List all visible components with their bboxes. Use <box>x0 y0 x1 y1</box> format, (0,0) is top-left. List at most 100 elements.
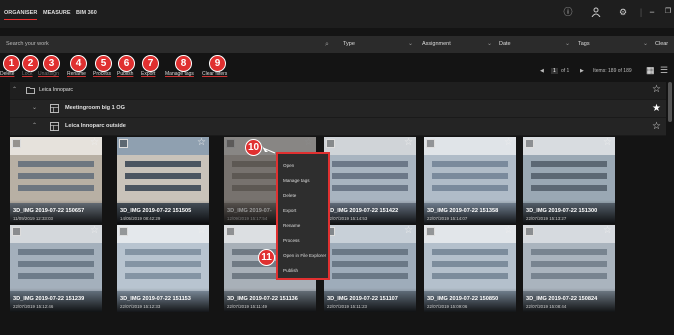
menu-item-export[interactable]: Export <box>283 208 296 213</box>
next-page-icon[interactable]: ▶ <box>580 68 584 74</box>
unassign-button[interactable]: Unassign <box>38 71 59 77</box>
grid-view-icon[interactable]: ▦ <box>646 65 655 76</box>
top-bar: ORGANISER MEASURE BIM 360 ⓘ ⚙ | − ❐ <box>0 0 674 28</box>
chevron-down-icon[interactable]: ⌄ <box>32 100 37 117</box>
image-card[interactable]: ☆ 3D_IMG 2019-07-22 151358 22/07/2019 15:1… <box>424 137 516 224</box>
image-type-icon <box>525 139 534 148</box>
callout-10: 10 <box>245 139 262 156</box>
clear-filter-button[interactable]: Clear <box>655 36 668 53</box>
tree-row-group1[interactable]: ⌄ Meetingroom big 1 OG ★ <box>10 100 666 118</box>
collection-icon <box>50 118 59 135</box>
menu-item-process[interactable]: Process <box>283 238 300 243</box>
image-card[interactable]: ☆ 3D_IMG 2019-07-22 151300 22/07/2019 15:1… <box>523 137 615 224</box>
manage-tags-button[interactable]: Manage tags <box>165 71 194 77</box>
image-type-icon <box>326 139 335 148</box>
image-card[interactable]: ☆ 3D_IMG 2019-07-22 150824 22/07/2019 15:0… <box>523 225 615 312</box>
image-type-icon <box>12 139 21 148</box>
image-type-icon <box>119 227 128 236</box>
tree-row-group2[interactable]: ⌃ Leica Innoparc outside ☆ <box>10 118 666 136</box>
chevron-down-icon[interactable]: ⌄ <box>408 36 413 53</box>
tab-bim360[interactable]: BIM 360 <box>76 10 97 16</box>
star-outline-icon[interactable]: ☆ <box>504 137 513 148</box>
info-icon[interactable]: ⓘ <box>563 7 573 17</box>
gear-icon[interactable]: ⚙ <box>618 7 628 17</box>
image-card[interactable]: ☆ 3D_IMG 2019-07-22 151239 22/07/2019 15:1… <box>10 225 102 312</box>
card-date: 22/07/2019 15:13:27 <box>526 216 567 221</box>
star-outline-icon[interactable]: ☆ <box>652 84 661 96</box>
items-count: Items: 189 of 189 <box>593 68 632 74</box>
assignment-filter[interactable]: Assignment <box>422 36 451 53</box>
card-date: 22/07/2019 15:14:53 <box>327 216 368 221</box>
menu-item-delete[interactable]: Delete <box>283 193 296 198</box>
chevron-up-icon[interactable]: ⌃ <box>12 82 17 99</box>
card-title: 3D_IMG 2019-07-22 151505 <box>120 208 192 214</box>
tree-row-root[interactable]: ⌃ Leica Innoparc <box>10 82 666 100</box>
scrollbar[interactable] <box>668 82 672 122</box>
image-card[interactable]: ☆ 3D_IMG 2019-07-22 151505 14/05/2019 08:4… <box>117 137 209 224</box>
lock-button[interactable]: Lock <box>22 71 33 77</box>
rename-button[interactable]: Rename <box>67 71 86 77</box>
image-type-icon <box>226 227 235 236</box>
star-outline-icon[interactable]: ☆ <box>197 225 206 236</box>
image-card[interactable]: ☆ 3D_IMG 2019-07-22 150850 22/07/2019 15:0… <box>424 225 516 312</box>
date-filter[interactable]: Date <box>499 36 511 53</box>
card-date: 22/07/2019 15:12:33 <box>120 304 161 309</box>
tab-measure[interactable]: MEASURE <box>43 10 71 16</box>
user-icon[interactable] <box>591 7 601 18</box>
image-type-icon <box>119 139 128 148</box>
image-type-icon <box>226 139 235 148</box>
card-title: 3D_IMG 2019-07-22 150824 <box>526 296 598 302</box>
image-card[interactable]: ☆ 3D_IMG 2019-07-22 151422 22/07/2019 15:1… <box>324 137 416 224</box>
callout-3: 3 <box>43 55 60 72</box>
card-title: 3D_IMG 2019-07-22 150657 <box>13 208 85 214</box>
menu-item-open[interactable]: Open <box>283 163 294 168</box>
menu-item-rename[interactable]: Rename <box>283 223 300 228</box>
list-view-icon[interactable]: ☰ <box>660 65 668 76</box>
star-outline-icon[interactable]: ☆ <box>90 225 99 236</box>
star-outline-icon[interactable]: ☆ <box>603 137 612 148</box>
menu-item-manage-tags[interactable]: Manage tags <box>283 178 310 183</box>
star-outline-icon[interactable]: ☆ <box>504 225 513 236</box>
tab-organiser[interactable]: ORGANISER <box>4 10 38 20</box>
star-filled-icon[interactable]: ★ <box>652 100 661 117</box>
tags-filter[interactable]: Tags <box>578 36 590 53</box>
callout-8: 8 <box>175 55 192 72</box>
star-outline-icon[interactable]: ☆ <box>404 225 413 236</box>
card-date: 14/05/2019 08:42:29 <box>120 216 161 221</box>
callout-11: 11 <box>258 249 275 266</box>
star-outline-icon[interactable]: ☆ <box>404 137 413 148</box>
card-date: 22/07/2019 15:11:49 <box>227 304 267 309</box>
clear-filters-button[interactable]: Clear filters <box>202 71 227 77</box>
page-number[interactable]: 1 <box>551 68 558 74</box>
callout-4: 4 <box>70 55 87 72</box>
type-filter[interactable]: Type <box>343 36 355 53</box>
star-outline-icon[interactable]: ☆ <box>197 137 206 148</box>
search-icon[interactable]: ⌕ <box>325 36 329 53</box>
star-outline-icon[interactable]: ☆ <box>90 137 99 148</box>
star-outline-icon[interactable]: ☆ <box>603 225 612 236</box>
card-date: 22/07/2019 15:11:23 <box>327 304 367 309</box>
publish-button[interactable]: Publish <box>117 71 133 77</box>
chevron-down-icon[interactable]: ⌄ <box>643 36 648 53</box>
image-card[interactable]: ☆ 3D_IMG 2019-07-22 151153 22/07/2019 15:1… <box>117 225 209 312</box>
chevron-up-icon[interactable]: ⌃ <box>32 118 37 135</box>
menu-item-publish[interactable]: Publish <box>283 268 298 273</box>
star-outline-icon[interactable]: ☆ <box>304 137 313 148</box>
first-page-icon[interactable]: ◀ <box>540 68 544 74</box>
image-card[interactable]: ☆ 3D_IMG 2019-07-22 150657 11/09/2019 12:3… <box>10 137 102 224</box>
process-button[interactable]: Process <box>93 71 111 77</box>
card-date: 22/07/2019 15:08:44 <box>526 304 567 309</box>
image-card[interactable]: ☆ 3D_IMG 2019-07-22 151107 22/07/2019 15:1… <box>324 225 416 312</box>
page-of: of 1 <box>561 68 570 74</box>
chevron-down-icon[interactable]: ⌄ <box>565 36 570 53</box>
minimize-icon[interactable]: − <box>647 7 657 17</box>
star-outline-icon[interactable]: ☆ <box>652 118 661 135</box>
image-type-icon <box>525 227 534 236</box>
export-button[interactable]: Export <box>141 71 155 77</box>
restore-icon[interactable]: ❐ <box>663 7 673 17</box>
search-input[interactable]: Search your work <box>6 36 49 53</box>
card-title: 3D_IMG 2019-07-22 151153 <box>120 296 191 302</box>
delete-button[interactable]: Delete <box>0 71 14 77</box>
chevron-down-icon[interactable]: ⌄ <box>487 36 492 53</box>
menu-item-open-in-explorer[interactable]: Open in File Explorer <box>283 253 326 258</box>
